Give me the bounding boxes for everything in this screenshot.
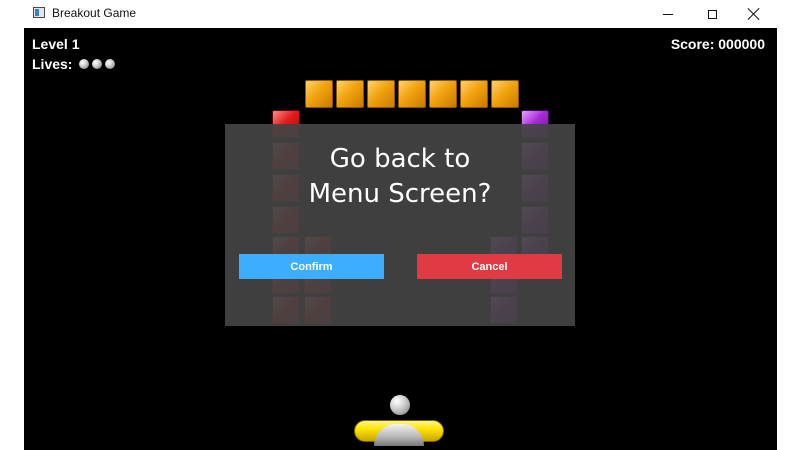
life-ball — [105, 59, 116, 69]
title-bar: Breakout Game — [0, 0, 800, 28]
close-button[interactable] — [731, 0, 777, 28]
app-window-icon — [33, 7, 45, 18]
life-ball — [79, 59, 90, 69]
brick-orange — [398, 80, 426, 108]
brick-orange — [367, 80, 395, 108]
ball — [390, 395, 410, 415]
brick-orange — [460, 80, 488, 108]
maximize-icon — [707, 9, 717, 19]
dialog-message-line2: Menu Screen? — [308, 179, 492, 209]
life-ball — [92, 59, 103, 69]
dialog-message: Go back to Menu Screen? — [225, 142, 575, 212]
lives-balls — [76, 59, 116, 69]
confirm-button[interactable]: Confirm — [239, 254, 384, 279]
score-display: Score: 000000 — [670, 36, 765, 52]
paddle[interactable] — [354, 420, 444, 446]
brick-orange — [336, 80, 364, 108]
dialog-message-line1: Go back to — [329, 144, 471, 174]
minimize-icon — [663, 13, 673, 15]
game-canvas[interactable]: Level 1 Lives: Score: 000000 Go back to … — [24, 28, 777, 450]
lives-indicator: Lives: — [32, 56, 116, 72]
level-indicator: Level 1 — [32, 36, 80, 52]
maximize-button[interactable] — [689, 0, 735, 28]
lives-label: Lives: — [32, 56, 73, 72]
cancel-button[interactable]: Cancel — [417, 254, 562, 279]
brick-orange — [429, 80, 457, 108]
minimize-button[interactable] — [645, 0, 691, 28]
brick-orange — [491, 80, 519, 108]
brick-orange — [305, 80, 333, 108]
close-icon — [748, 8, 760, 20]
window-title: Breakout Game — [52, 6, 137, 20]
confirm-dialog: Go back to Menu Screen? Confirm Cancel — [225, 124, 575, 326]
